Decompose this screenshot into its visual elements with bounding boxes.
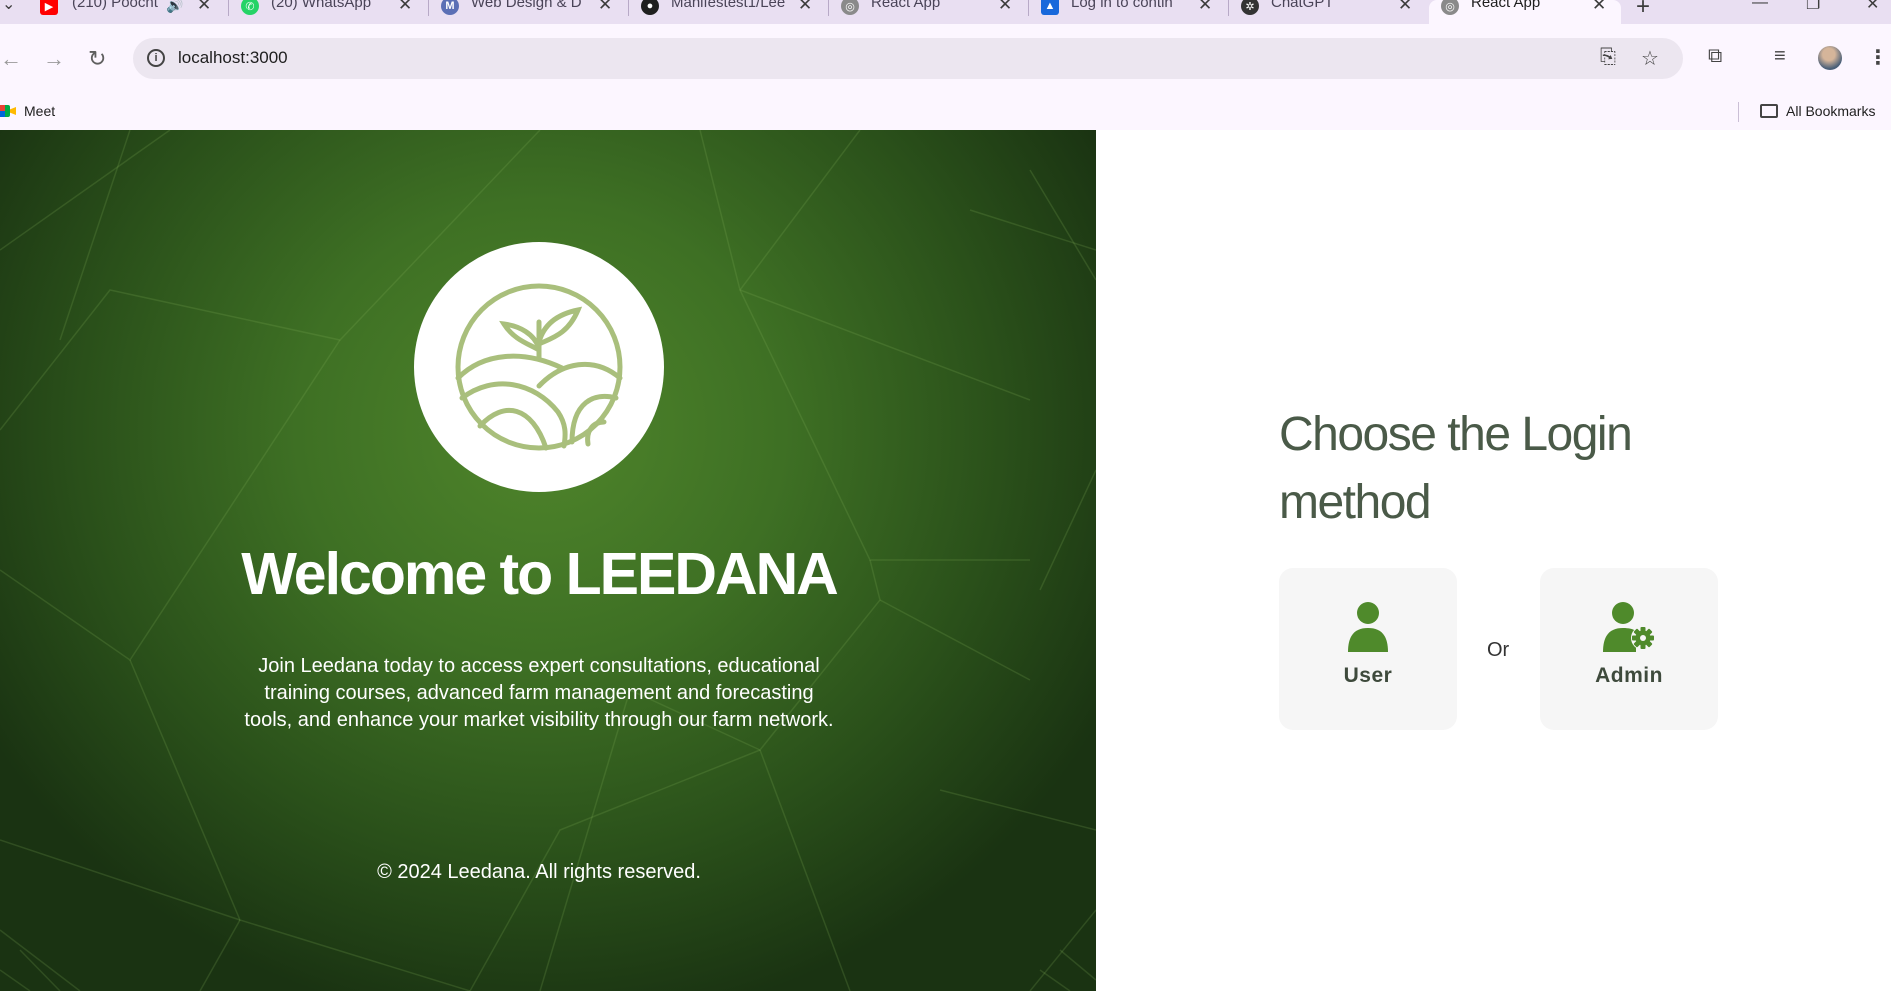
react-app-icon: ◎ bbox=[841, 0, 859, 15]
close-tab-icon[interactable]: ✕ bbox=[1198, 0, 1212, 15]
farm-sprout-logo-icon bbox=[455, 283, 623, 451]
leedana-logo bbox=[414, 242, 664, 492]
close-tab-icon[interactable]: ✕ bbox=[798, 0, 812, 15]
minimize-icon[interactable]: — bbox=[1752, 0, 1768, 12]
tab-title: Web Design & D bbox=[471, 0, 582, 11]
chatgpt-icon: ✲ bbox=[1241, 0, 1259, 15]
atlassian-icon: ▲ bbox=[1041, 0, 1059, 15]
tab-atlassian[interactable]: ▲ Log in to contin ✕ bbox=[1029, 0, 1228, 24]
bookmark-star-icon[interactable]: ☆ bbox=[1641, 46, 1659, 71]
install-app-icon[interactable]: ⎘ bbox=[1600, 46, 1616, 69]
forward-icon[interactable]: → bbox=[43, 46, 65, 72]
tab-react-app[interactable]: ◎ React App ✕ bbox=[829, 0, 1028, 24]
whatsapp-icon: ✆ bbox=[241, 0, 259, 15]
github-icon: ● bbox=[641, 0, 659, 15]
tab-web-design[interactable]: M Web Design & D ✕ bbox=[429, 0, 628, 24]
bookmark-label: Meet bbox=[24, 103, 56, 119]
admin-login-label: Admin bbox=[1595, 664, 1663, 687]
tab-whatsapp[interactable]: ✆ (20) WhatsApp ✕ bbox=[229, 0, 428, 24]
page-content: Welcome to LEEDANA Join Leedana today to… bbox=[0, 130, 1891, 991]
login-method-heading: Choose the Login method bbox=[1279, 408, 1633, 529]
close-tab-icon[interactable]: ✕ bbox=[998, 0, 1012, 15]
tab-github[interactable]: ● Manifestest1/Lee ✕ bbox=[629, 0, 828, 24]
address-bar[interactable]: i localhost:3000 ⎘ ☆ bbox=[133, 38, 1683, 79]
tab-react-app-active[interactable]: ◎ React App ✕ bbox=[1429, 0, 1621, 24]
tab-chatgpt[interactable]: ✲ ChatGPT ✕ bbox=[1229, 0, 1428, 24]
bookmarks-bar: Meet All Bookmarks bbox=[0, 94, 1891, 130]
user-login-button[interactable]: User bbox=[1279, 568, 1457, 730]
bookmarks-divider bbox=[1738, 102, 1739, 122]
youtube-icon: ▶ bbox=[40, 0, 58, 15]
tab-youtube[interactable]: ▶ (210) Poocht 🔊 ✕ bbox=[28, 0, 228, 24]
tab-title: Manifestest1/Lee bbox=[671, 0, 786, 11]
extensions-icon[interactable]: ⧉ bbox=[1708, 45, 1722, 68]
bookmark-meet[interactable]: Meet bbox=[0, 103, 55, 119]
tab-strip: ⌄ ▶ (210) Poocht 🔊 ✕ ✆ (20) WhatsApp ✕ M… bbox=[0, 0, 1891, 24]
media-control-icon[interactable]: ≡ bbox=[1774, 45, 1786, 68]
close-tab-icon[interactable]: ✕ bbox=[197, 0, 211, 15]
site-info-icon[interactable]: i bbox=[147, 49, 165, 67]
address-url[interactable]: localhost:3000 bbox=[178, 48, 288, 68]
tab-title: React App bbox=[871, 0, 941, 11]
audio-icon[interactable]: 🔊 bbox=[166, 0, 183, 14]
user-gear-icon bbox=[1603, 602, 1655, 652]
folder-icon bbox=[1760, 104, 1778, 118]
welcome-description: Join Leedana today to access expert cons… bbox=[244, 655, 834, 731]
tab-search-icon[interactable]: ⌄ bbox=[2, 0, 15, 14]
or-separator: Or bbox=[1487, 639, 1510, 661]
all-bookmarks-button[interactable]: All Bookmarks bbox=[1760, 103, 1875, 119]
close-tab-icon[interactable]: ✕ bbox=[1398, 0, 1412, 15]
profile-avatar[interactable] bbox=[1818, 46, 1842, 70]
window-close-icon[interactable]: ✕ bbox=[1866, 0, 1879, 14]
web-design-icon: M bbox=[441, 0, 459, 15]
tab-title: (210) Poocht bbox=[72, 0, 158, 11]
tab-title: ChatGPT bbox=[1271, 0, 1334, 11]
admin-login-button[interactable]: Admin bbox=[1540, 568, 1718, 730]
tab-title: (20) WhatsApp bbox=[271, 0, 372, 11]
google-meet-icon bbox=[0, 105, 16, 117]
tab-title: Log in to contin bbox=[1071, 0, 1173, 11]
user-icon bbox=[1348, 602, 1388, 652]
reload-icon[interactable]: ↻ bbox=[88, 46, 106, 72]
welcome-hero-panel: Welcome to LEEDANA Join Leedana today to… bbox=[0, 130, 1096, 991]
close-tab-icon[interactable]: ✕ bbox=[398, 0, 412, 15]
restore-icon[interactable]: ❐ bbox=[1806, 0, 1820, 14]
menu-icon[interactable]: ⋮ bbox=[1868, 45, 1888, 70]
copyright-text: © 2024 Leedana. All rights reserved. bbox=[377, 861, 701, 883]
user-login-label: User bbox=[1343, 664, 1393, 687]
tab-title: React App bbox=[1471, 0, 1541, 11]
back-icon[interactable]: ← bbox=[0, 46, 22, 72]
close-tab-icon[interactable]: ✕ bbox=[598, 0, 612, 15]
welcome-heading: Welcome to LEEDANA bbox=[241, 541, 839, 607]
new-tab-icon[interactable]: + bbox=[1636, 0, 1650, 21]
react-app-icon: ◎ bbox=[1441, 0, 1459, 15]
close-tab-icon[interactable]: ✕ bbox=[1592, 0, 1606, 15]
all-bookmarks-label: All Bookmarks bbox=[1786, 103, 1876, 119]
